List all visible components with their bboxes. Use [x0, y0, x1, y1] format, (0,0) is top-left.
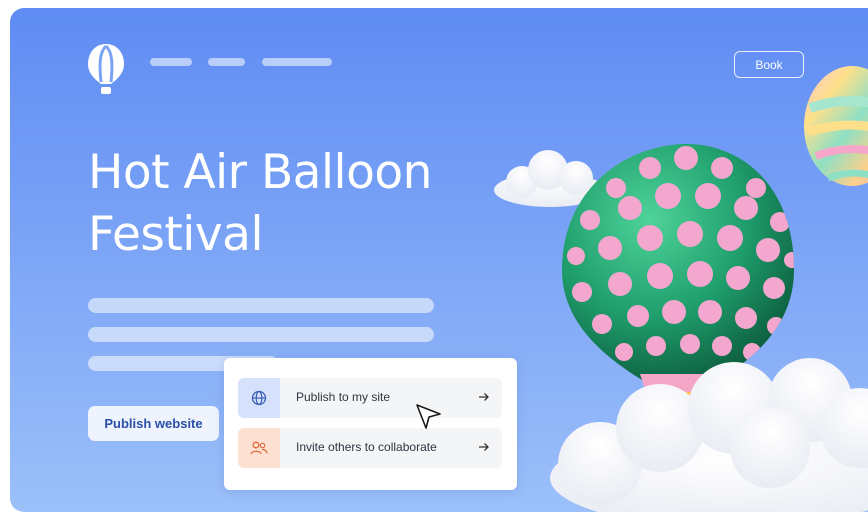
- nav-link-placeholder-2[interactable]: [208, 58, 245, 66]
- arrow-right-icon: [479, 443, 489, 451]
- striped-balloon: [804, 66, 868, 186]
- page-title-line-2: Festival: [88, 207, 264, 262]
- page-title: Hot Air Balloon Festival: [88, 142, 432, 266]
- menu-item-publish-to-my-site[interactable]: Publish to my site: [238, 378, 502, 418]
- large-cloud: [550, 358, 868, 512]
- nav-link-placeholder-3[interactable]: [262, 58, 332, 66]
- publish-website-button[interactable]: Publish website: [88, 406, 219, 441]
- text-placeholder-1: [88, 298, 434, 313]
- menu-item-invite-others[interactable]: Invite others to collaborate: [238, 428, 502, 468]
- arrow-right-icon: [479, 393, 489, 401]
- text-placeholder-2: [88, 327, 434, 342]
- menu-item-label: Publish to my site: [296, 390, 391, 404]
- users-icon: [238, 428, 280, 468]
- page-title-line-1: Hot Air Balloon: [88, 145, 432, 200]
- globe-icon: [238, 378, 280, 418]
- mouse-pointer-icon: [416, 404, 441, 429]
- menu-item-label: Invite others to collaborate: [296, 440, 437, 454]
- hero-frame: Book Hot Air Balloon Festival Publish we…: [10, 8, 868, 512]
- book-button[interactable]: Book: [734, 51, 804, 78]
- share-menu: Publish to my site Invite others to coll…: [224, 358, 517, 490]
- hot-air-balloon-icon[interactable]: [86, 42, 126, 96]
- nav-link-placeholder-1[interactable]: [150, 58, 192, 66]
